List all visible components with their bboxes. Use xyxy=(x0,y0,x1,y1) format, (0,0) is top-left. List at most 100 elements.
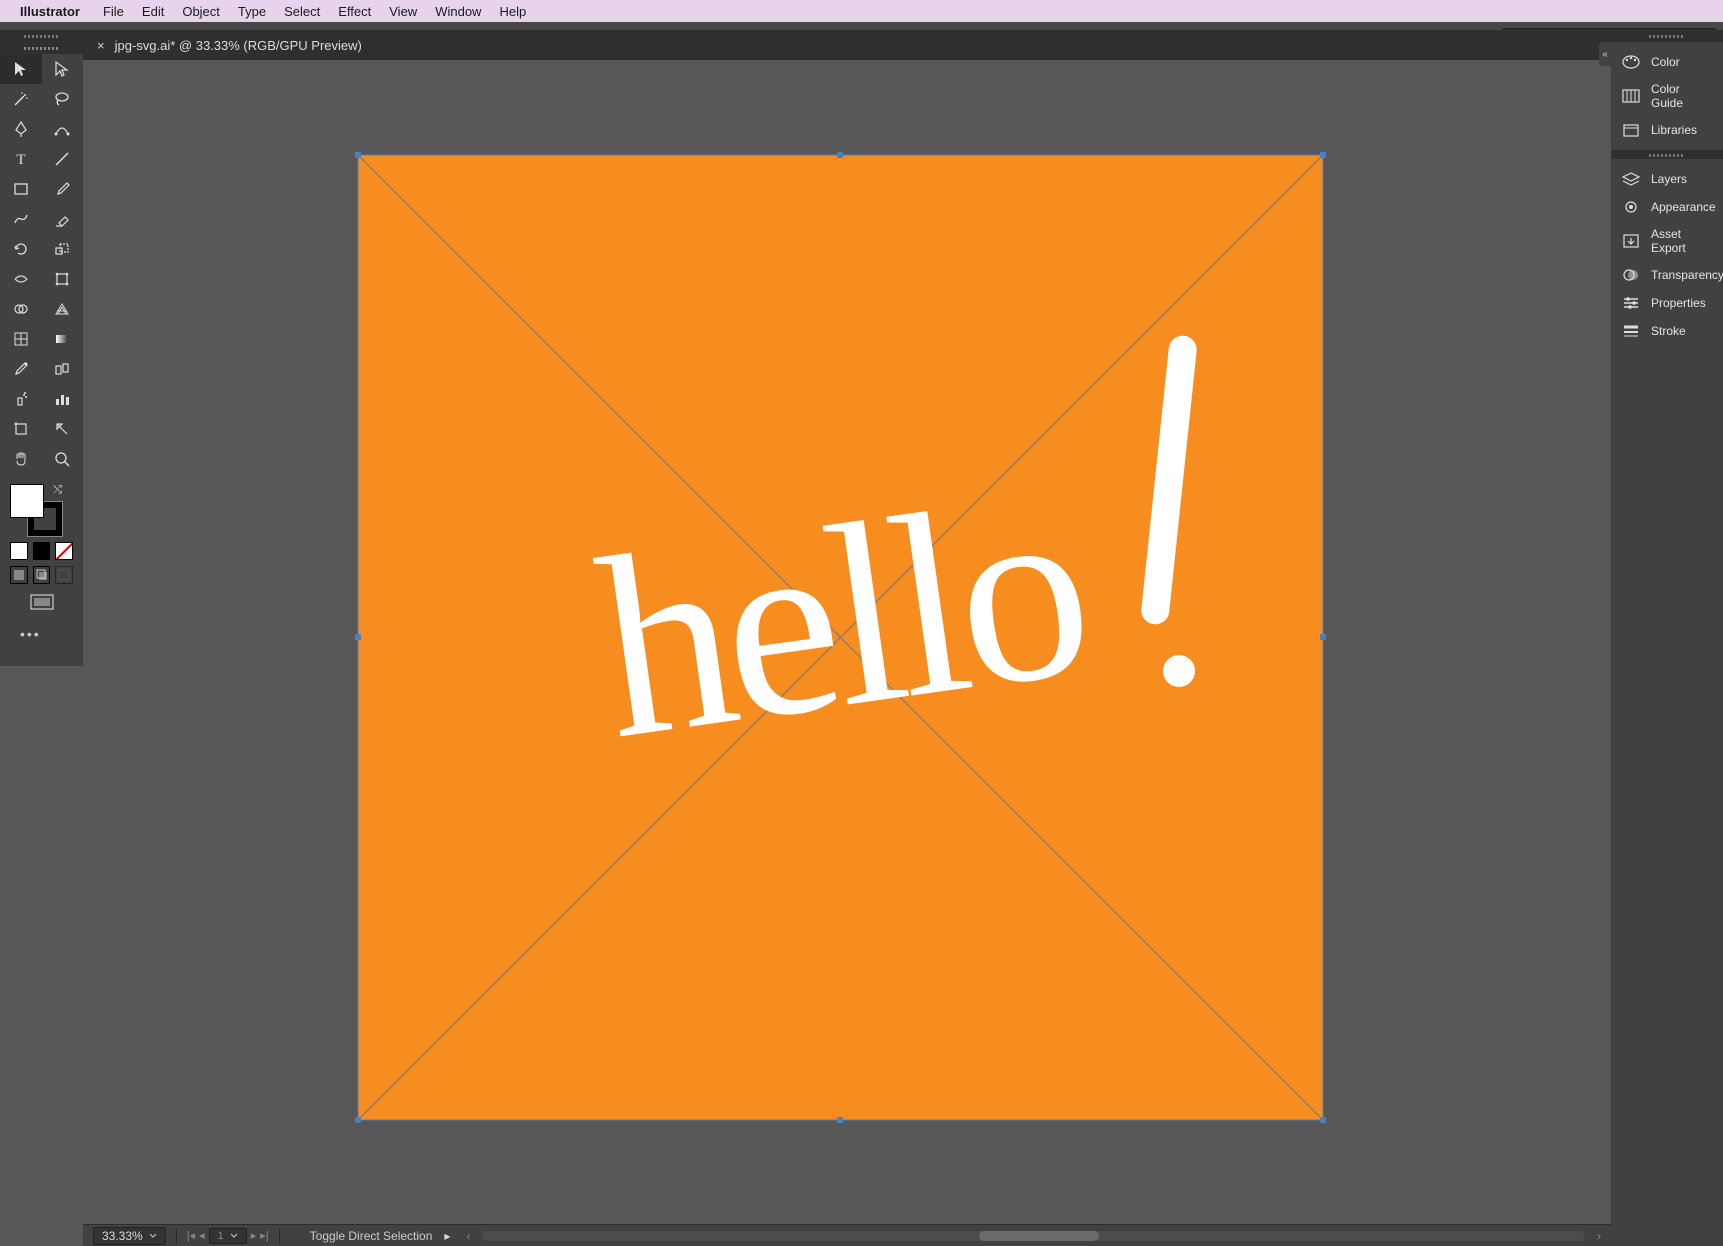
prev-artboard-icon[interactable]: ◂ xyxy=(199,1229,205,1242)
zoom-tool[interactable] xyxy=(42,444,84,474)
magic-wand-tool[interactable] xyxy=(0,84,42,114)
expand-panels-icon[interactable]: « xyxy=(1599,42,1611,66)
rotate-tool[interactable] xyxy=(0,234,42,264)
artwork-exclaim-dot xyxy=(1163,655,1195,687)
appearance-icon xyxy=(1621,199,1641,215)
palette-icon xyxy=(1621,54,1641,70)
horizontal-scroll-left-icon[interactable]: ‹ xyxy=(466,1229,470,1243)
panel-color-guide[interactable]: Color Guide xyxy=(1611,76,1723,116)
first-artboard-icon[interactable]: |◂ xyxy=(187,1229,195,1242)
column-graph-tool[interactable] xyxy=(42,384,84,414)
edit-toolbar-button[interactable]: ••• xyxy=(10,626,73,642)
type-tool[interactable]: T xyxy=(0,144,42,174)
panel-label: Appearance xyxy=(1651,200,1716,214)
symbol-sprayer-tool[interactable] xyxy=(0,384,42,414)
fill-stroke-indicator[interactable]: ⤭ xyxy=(10,484,62,536)
paintbrush-tool[interactable] xyxy=(42,174,84,204)
main-area: T ⤭ xyxy=(0,60,1723,1246)
scale-tool[interactable] xyxy=(42,234,84,264)
mac-menubar: Illustrator File Edit Object Type Select… xyxy=(0,0,1723,22)
canvas[interactable]: hello xyxy=(83,60,1611,1230)
document-tab[interactable]: × jpg-svg.ai* @ 33.33% (RGB/GPU Preview) xyxy=(83,30,376,60)
menu-edit[interactable]: Edit xyxy=(133,4,173,19)
panel-label: Stroke xyxy=(1651,324,1686,338)
last-artboard-icon[interactable]: ▸| xyxy=(260,1229,268,1242)
draw-inside-icon[interactable] xyxy=(55,566,73,584)
scroll-thumb[interactable] xyxy=(979,1231,1099,1241)
panel-appearance[interactable]: Appearance xyxy=(1611,193,1723,221)
panel-properties[interactable]: Properties xyxy=(1611,289,1723,317)
swap-fill-stroke-icon[interactable]: ⤭ xyxy=(53,484,62,497)
shape-builder-tool[interactable] xyxy=(0,294,42,324)
right-panels-dock: « Color Color Guide Libraries Layers xyxy=(1611,30,1723,1246)
menu-select[interactable]: Select xyxy=(275,4,329,19)
panel-label: Color xyxy=(1651,55,1680,69)
horizontal-scrollbar[interactable] xyxy=(482,1231,1585,1241)
menu-window[interactable]: Window xyxy=(426,4,490,19)
curvature-tool[interactable] xyxy=(42,114,84,144)
eraser-tool[interactable] xyxy=(42,204,84,234)
line-segment-tool[interactable] xyxy=(42,144,84,174)
panel-label-grip[interactable] xyxy=(0,42,83,54)
status-hint-menu-icon[interactable]: ▸ xyxy=(444,1229,450,1243)
gradient-tool[interactable] xyxy=(42,324,84,354)
svg-text:T: T xyxy=(16,152,25,168)
rectangle-tool[interactable] xyxy=(0,174,42,204)
panel-stroke[interactable]: Stroke xyxy=(1611,317,1723,345)
mesh-tool[interactable] xyxy=(0,324,42,354)
eyedropper-tool[interactable] xyxy=(0,354,42,384)
chevron-down-icon xyxy=(230,1233,238,1238)
menu-view[interactable]: View xyxy=(380,4,426,19)
panel-label: Asset Export xyxy=(1651,227,1713,255)
panel-grip[interactable] xyxy=(0,30,83,42)
blend-tool[interactable] xyxy=(42,354,84,384)
lasso-tool[interactable] xyxy=(42,84,84,114)
draw-behind-icon[interactable] xyxy=(33,566,51,584)
artboard-navigator[interactable]: |◂ ◂ 1 ▸ ▸| xyxy=(187,1228,269,1244)
draw-normal-icon[interactable] xyxy=(10,566,28,584)
asset-export-icon xyxy=(1621,233,1641,249)
panel-transparency[interactable]: Transparency xyxy=(1611,261,1723,289)
menu-type[interactable]: Type xyxy=(229,4,275,19)
transparency-icon xyxy=(1621,267,1641,283)
color-fill-mode[interactable] xyxy=(10,542,28,560)
panel-label: Layers xyxy=(1651,172,1687,186)
none-fill-mode[interactable] xyxy=(55,542,73,560)
color-mode-row xyxy=(10,542,73,560)
zoom-field[interactable]: 33.33% xyxy=(93,1227,166,1245)
app-name[interactable]: Illustrator xyxy=(20,4,80,19)
fill-swatch[interactable] xyxy=(10,484,44,518)
panel-layers[interactable]: Layers xyxy=(1611,165,1723,193)
menu-file[interactable]: File xyxy=(94,4,133,19)
pen-tool[interactable] xyxy=(0,114,42,144)
menu-help[interactable]: Help xyxy=(490,4,535,19)
next-artboard-icon[interactable]: ▸ xyxy=(251,1229,257,1242)
width-tool[interactable] xyxy=(0,264,42,294)
perspective-grid-tool[interactable] xyxy=(42,294,84,324)
artboard[interactable]: hello xyxy=(358,155,1323,1120)
screen-mode-button[interactable] xyxy=(10,594,73,612)
hand-tool[interactable] xyxy=(0,444,42,474)
document-tab-label: jpg-svg.ai* @ 33.33% (RGB/GPU Preview) xyxy=(115,38,362,53)
menu-effect[interactable]: Effect xyxy=(329,4,380,19)
panel-color[interactable]: Color xyxy=(1611,48,1723,76)
menu-object[interactable]: Object xyxy=(173,4,229,19)
panel-grip[interactable] xyxy=(1611,30,1723,42)
panel-grip[interactable] xyxy=(1611,151,1723,159)
panel-libraries[interactable]: Libraries xyxy=(1611,116,1723,144)
tools-panel: T ⤭ xyxy=(0,30,83,1246)
horizontal-scroll-right-icon[interactable]: › xyxy=(1597,1229,1601,1243)
selection-tool[interactable] xyxy=(0,54,42,84)
artboard-tool[interactable] xyxy=(0,414,42,444)
free-transform-tool[interactable] xyxy=(42,264,84,294)
shaper-tool[interactable] xyxy=(0,204,42,234)
libraries-icon xyxy=(1621,122,1641,138)
panel-asset-export[interactable]: Asset Export xyxy=(1611,221,1723,261)
close-tab-icon[interactable]: × xyxy=(97,38,105,53)
draw-mode-row xyxy=(10,566,73,584)
slice-tool[interactable] xyxy=(42,414,84,444)
artboard-number-field[interactable]: 1 xyxy=(209,1228,247,1244)
properties-icon xyxy=(1621,295,1641,311)
gradient-fill-mode[interactable] xyxy=(33,542,51,560)
direct-selection-tool[interactable] xyxy=(42,54,84,84)
